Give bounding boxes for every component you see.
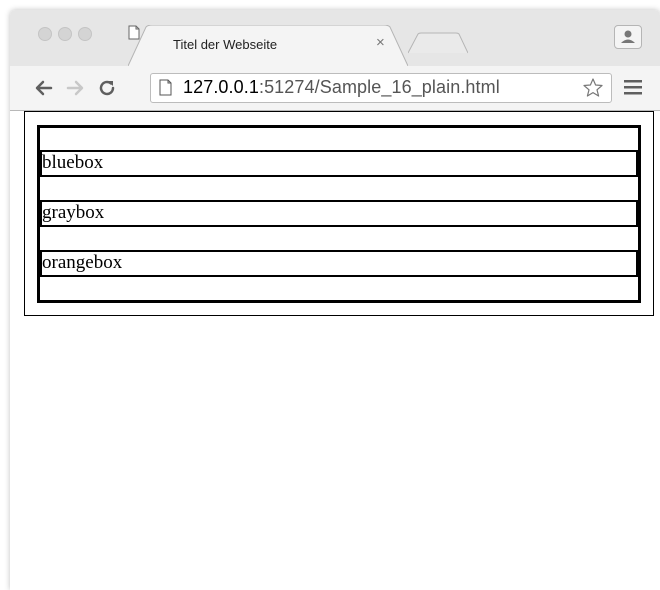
tab-strip: Titel der Webseite × <box>10 10 660 67</box>
tab-title: Titel der Webseite <box>173 37 278 52</box>
url-host: 127.0.0.1 <box>183 77 259 97</box>
minimize-window-button[interactable] <box>58 27 72 41</box>
orangebox: orangebox <box>40 250 638 277</box>
address-bar[interactable]: 127.0.0.1:51274/Sample_16_plain.html <box>150 73 612 103</box>
zoom-window-button[interactable] <box>78 27 92 41</box>
graybox: graybox <box>40 200 638 227</box>
close-window-button[interactable] <box>38 27 52 41</box>
tab-close-icon[interactable]: × <box>376 35 385 51</box>
menu-icon[interactable] <box>624 79 642 95</box>
back-arrow-icon[interactable] <box>34 78 54 98</box>
profile-button[interactable] <box>614 25 642 49</box>
page-icon <box>128 25 140 40</box>
tab-active[interactable]: Titel der Webseite × <box>128 25 408 67</box>
container-box: bluebox graybox orangebox <box>37 125 641 303</box>
star-icon[interactable] <box>582 77 604 99</box>
page-viewport: bluebox graybox orangebox <box>10 111 660 590</box>
new-tab-button[interactable] <box>408 32 468 54</box>
url-text: 127.0.0.1:51274/Sample_16_plain.html <box>183 77 500 98</box>
url-path: :51274/Sample_16_plain.html <box>258 77 500 97</box>
forward-arrow-icon[interactable] <box>65 78 85 98</box>
page-icon <box>159 79 172 96</box>
browser-window: Titel der Webseite × 127.0.0.1:51274/Sam… <box>10 10 660 590</box>
profile-icon <box>621 30 635 43</box>
bluebox: bluebox <box>40 150 638 177</box>
toolbar: 127.0.0.1:51274/Sample_16_plain.html <box>10 66 660 111</box>
reload-icon[interactable] <box>97 78 117 98</box>
